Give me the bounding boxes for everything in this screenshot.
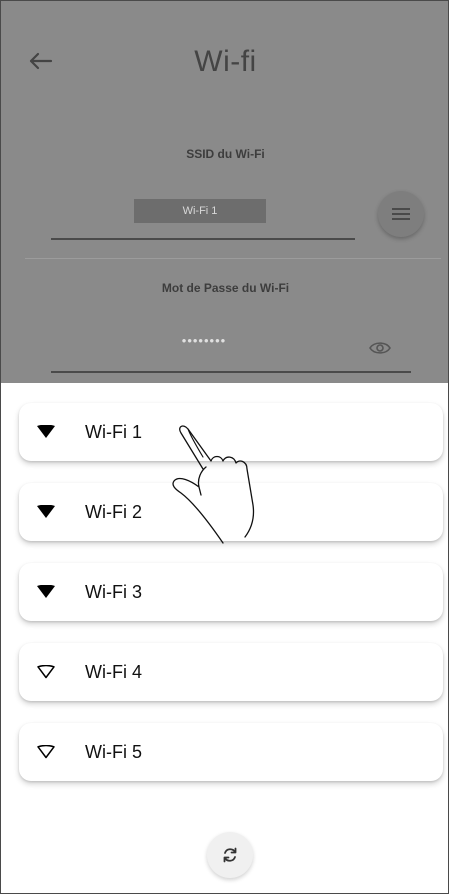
network-item-wifi-5[interactable]: Wi-Fi 5 [19, 723, 443, 781]
ssid-underline [51, 238, 355, 240]
network-name: Wi-Fi 1 [85, 422, 142, 442]
wifi-outline-icon [37, 745, 55, 759]
ssid-label: SSID du Wi-Fi [186, 147, 265, 161]
network-item-wifi-3[interactable]: Wi-Fi 3 [19, 563, 443, 621]
network-name: Wi-Fi 2 [85, 502, 142, 522]
network-item-wifi-1[interactable]: Wi-Fi 1 [19, 403, 443, 461]
password-input[interactable]: •••••••• [149, 333, 259, 348]
wifi-filled-icon [37, 505, 55, 518]
wifi-filled-icon [37, 425, 55, 438]
list-icon [392, 208, 410, 220]
app-screen: Wi-fi SSID du Wi-Fi Wi-Fi 1 Mot de Passe… [0, 0, 449, 894]
network-name: Wi-Fi 4 [85, 662, 142, 682]
network-item-wifi-4[interactable]: Wi-Fi 4 [19, 643, 443, 701]
network-list-button[interactable] [378, 191, 424, 237]
refresh-icon [223, 847, 237, 863]
page-title: Wi-fi [194, 45, 257, 78]
refresh-button[interactable] [207, 832, 253, 878]
wifi-filled-icon [37, 585, 55, 598]
eye-icon [369, 342, 391, 354]
password-underline [51, 371, 411, 373]
network-name: Wi-Fi 5 [85, 742, 142, 762]
wifi-settings-form: Wi-fi SSID du Wi-Fi Wi-Fi 1 Mot de Passe… [1, 1, 448, 383]
password-label: Mot de Passe du Wi-Fi [161, 281, 290, 295]
ssid-input[interactable]: Wi-Fi 1 [134, 199, 266, 223]
network-item-wifi-2[interactable]: Wi-Fi 2 [19, 483, 443, 541]
network-name: Wi-Fi 3 [85, 582, 142, 602]
network-list-sheet: Wi-Fi 1 Wi-Fi 2 Wi-Fi 3 Wi-Fi 4 Wi-Fi 5 [1, 383, 448, 893]
visibility-toggle[interactable] [369, 340, 391, 356]
wifi-outline-icon [37, 665, 55, 679]
divider [25, 258, 441, 259]
